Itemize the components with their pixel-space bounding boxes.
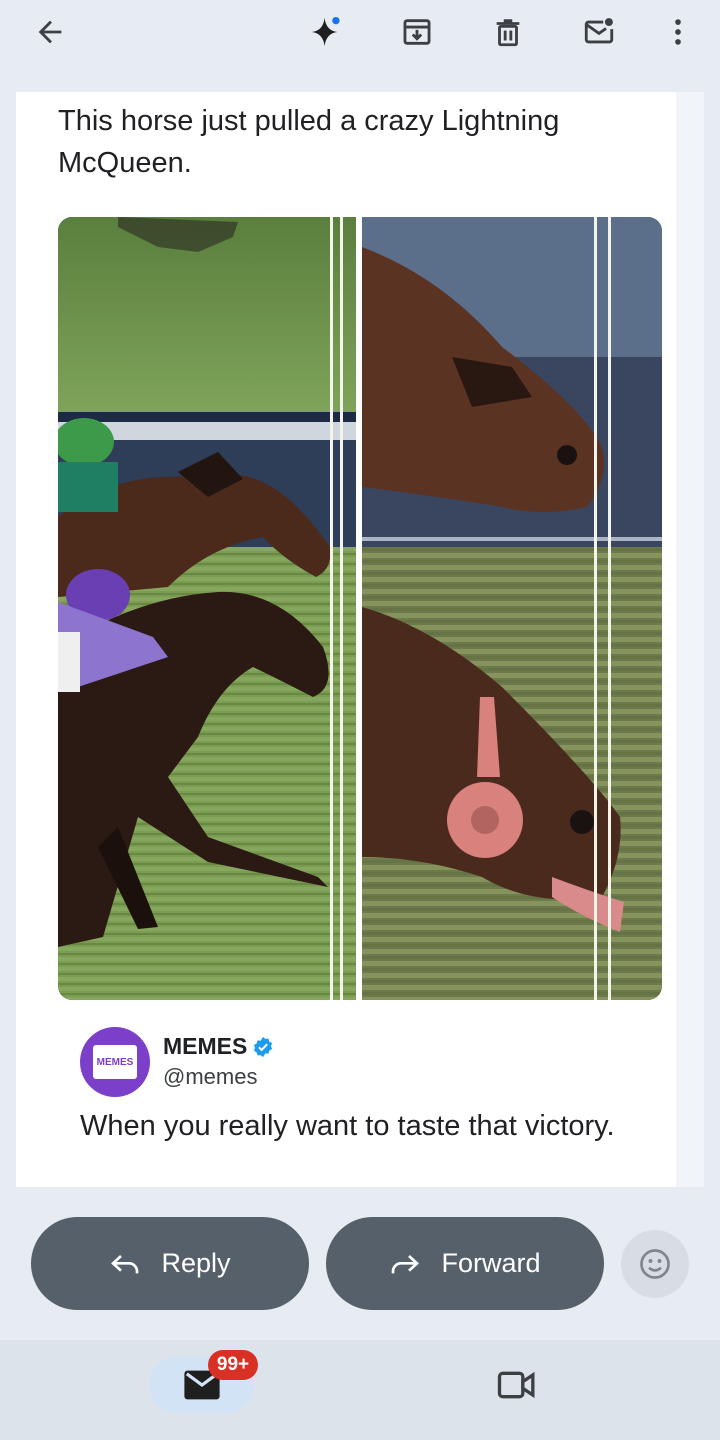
video-camera-icon: [497, 1371, 535, 1399]
avatar-logo-label: MEMES: [93, 1045, 137, 1079]
meet-tab[interactable]: [494, 1362, 540, 1408]
reply-arrow-icon: [111, 1254, 139, 1273]
bottom-navigation: [0, 1340, 720, 1440]
quoted-tweet-text: When you really want to taste that victo…: [80, 1110, 615, 1142]
quoted-author-handle: @memes: [163, 1064, 258, 1089]
delete-icon[interactable]: [486, 10, 530, 54]
image-panel-right: [362, 217, 662, 1000]
emoji-icon: [640, 1249, 670, 1279]
forward-button[interactable]: Forward: [326, 1217, 604, 1310]
unread-count-badge: 99+: [208, 1350, 258, 1380]
gemini-sparkle-icon[interactable]: [304, 10, 348, 54]
reply-button[interactable]: Reply: [31, 1217, 309, 1310]
top-app-bar: [0, 0, 720, 64]
tweet-text: This horse just pulled a crazy Lightning…: [58, 105, 560, 179]
scroll-gutter: [676, 92, 704, 1187]
reply-label: Reply: [161, 1248, 231, 1278]
mark-unread-icon[interactable]: [577, 10, 621, 54]
back-arrow-icon[interactable]: [28, 10, 72, 54]
more-vert-icon[interactable]: [656, 10, 700, 54]
forward-label: Forward: [441, 1248, 541, 1278]
add-reaction-button[interactable]: [621, 1230, 689, 1298]
verified-badge-icon: [253, 1036, 273, 1058]
archive-icon[interactable]: [395, 10, 439, 54]
avatar[interactable]: MEMES: [80, 1027, 150, 1097]
tweet-image[interactable]: [58, 217, 662, 1000]
image-panel-left: [58, 217, 356, 1000]
forward-arrow-icon: [392, 1254, 420, 1273]
quoted-author-name: MEMES: [163, 1033, 248, 1059]
